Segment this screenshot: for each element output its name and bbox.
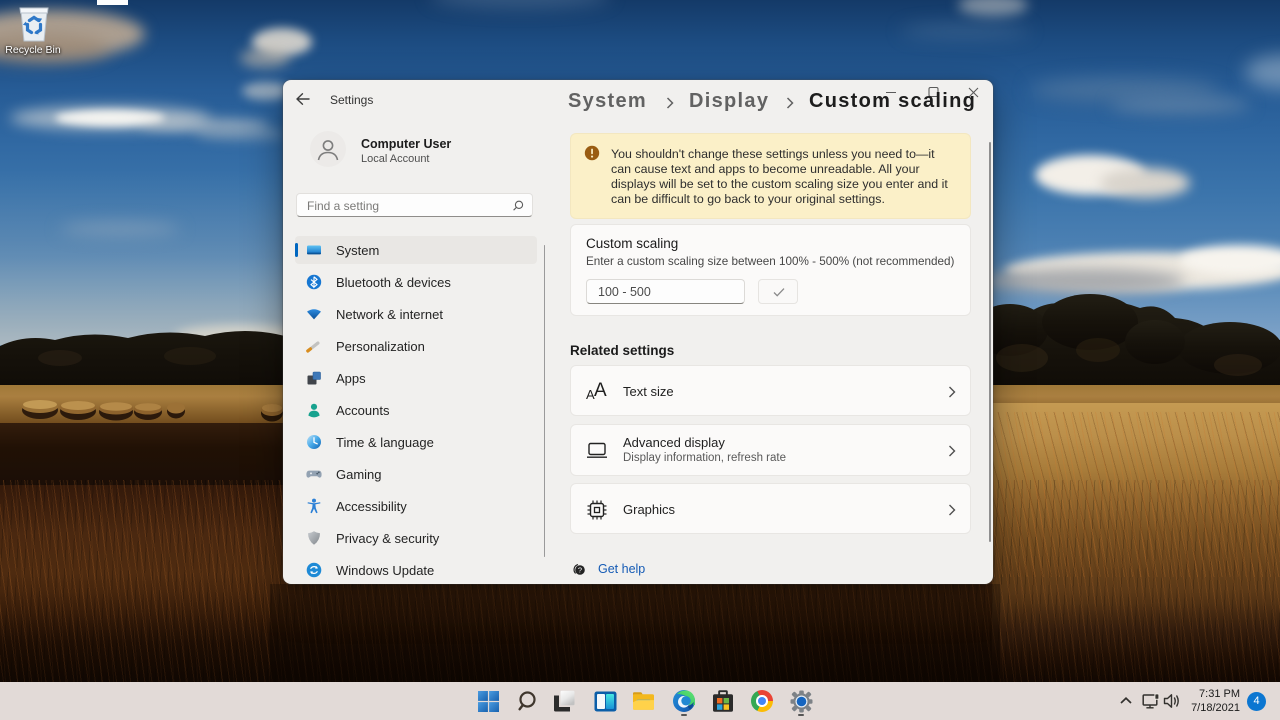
- svg-text:?: ?: [578, 566, 582, 575]
